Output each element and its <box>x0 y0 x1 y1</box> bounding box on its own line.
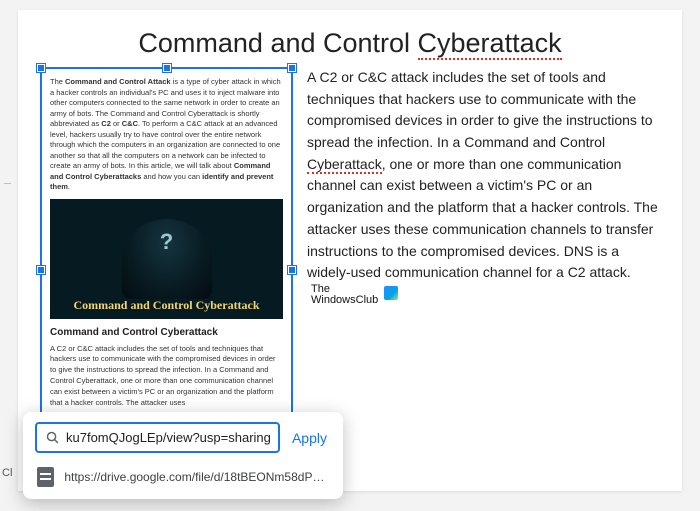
clip-intro-mid3: and how you can <box>141 172 202 181</box>
link-input-wrap[interactable] <box>35 422 280 453</box>
body-post: , one or more than one communication cha… <box>307 156 658 280</box>
clip-body-paragraph: A C2 or C&C attack includes the set of t… <box>50 344 283 409</box>
windowsclub-logo-icon <box>384 286 398 300</box>
clip-hero-image: Command and Control Cyberattack <box>50 199 283 319</box>
hacker-silhouette-icon <box>122 219 212 299</box>
vertical-ruler: — <box>4 180 12 187</box>
clip-intro-paragraph: The Command and Control Attack is a type… <box>50 77 283 193</box>
clip-subheading: Command and Control Cyberattack <box>50 327 283 338</box>
watermark-line2: WindowsClub <box>311 295 378 306</box>
apply-button[interactable]: Apply <box>288 424 331 452</box>
resize-handle-tr[interactable] <box>288 64 296 72</box>
link-url-input[interactable] <box>66 430 270 445</box>
resize-handle-tm[interactable] <box>163 64 171 72</box>
document-body-text[interactable]: A C2 or C&C attack includes the set of t… <box>307 67 660 473</box>
clip-intro-bold2: C2 <box>101 119 111 128</box>
clip-intro-end: . <box>68 182 70 191</box>
side-label-cl: Cl <box>2 467 12 479</box>
title-misspelled-word[interactable]: Cyberattack <box>418 28 562 60</box>
link-suggestion-item[interactable]: https://drive.google.com/file/d/18tBEONm… <box>35 463 331 491</box>
clip-intro-or: or <box>111 119 122 128</box>
page-title: Command and Control Cyberattack <box>40 28 660 59</box>
watermark-windowsclub: The WindowsClub <box>311 284 398 306</box>
clip-hero-caption: Command and Control Cyberattack <box>50 298 283 313</box>
link-input-row: Apply <box>35 422 331 453</box>
clip-intro-pre: The <box>50 77 65 86</box>
clip-intro-bold1: Command and Control Attack <box>65 77 171 86</box>
link-suggestion-text: https://drive.google.com/file/d/18tBEONm… <box>64 470 329 484</box>
doc-icon <box>37 467 54 487</box>
resize-handle-mr[interactable] <box>288 266 296 274</box>
body-pre: A C2 or C&C attack includes the set of t… <box>307 69 653 150</box>
clip-intro-bold3: C&C <box>122 119 138 128</box>
insert-link-popup: Apply https://drive.google.com/file/d/18… <box>23 412 343 499</box>
resize-handle-ml[interactable] <box>37 266 45 274</box>
title-text-pre: Command and Control <box>138 28 417 58</box>
search-icon <box>45 430 60 445</box>
resize-handle-tl[interactable] <box>37 64 45 72</box>
body-misspelled-word[interactable]: Cyberattack <box>307 156 382 174</box>
